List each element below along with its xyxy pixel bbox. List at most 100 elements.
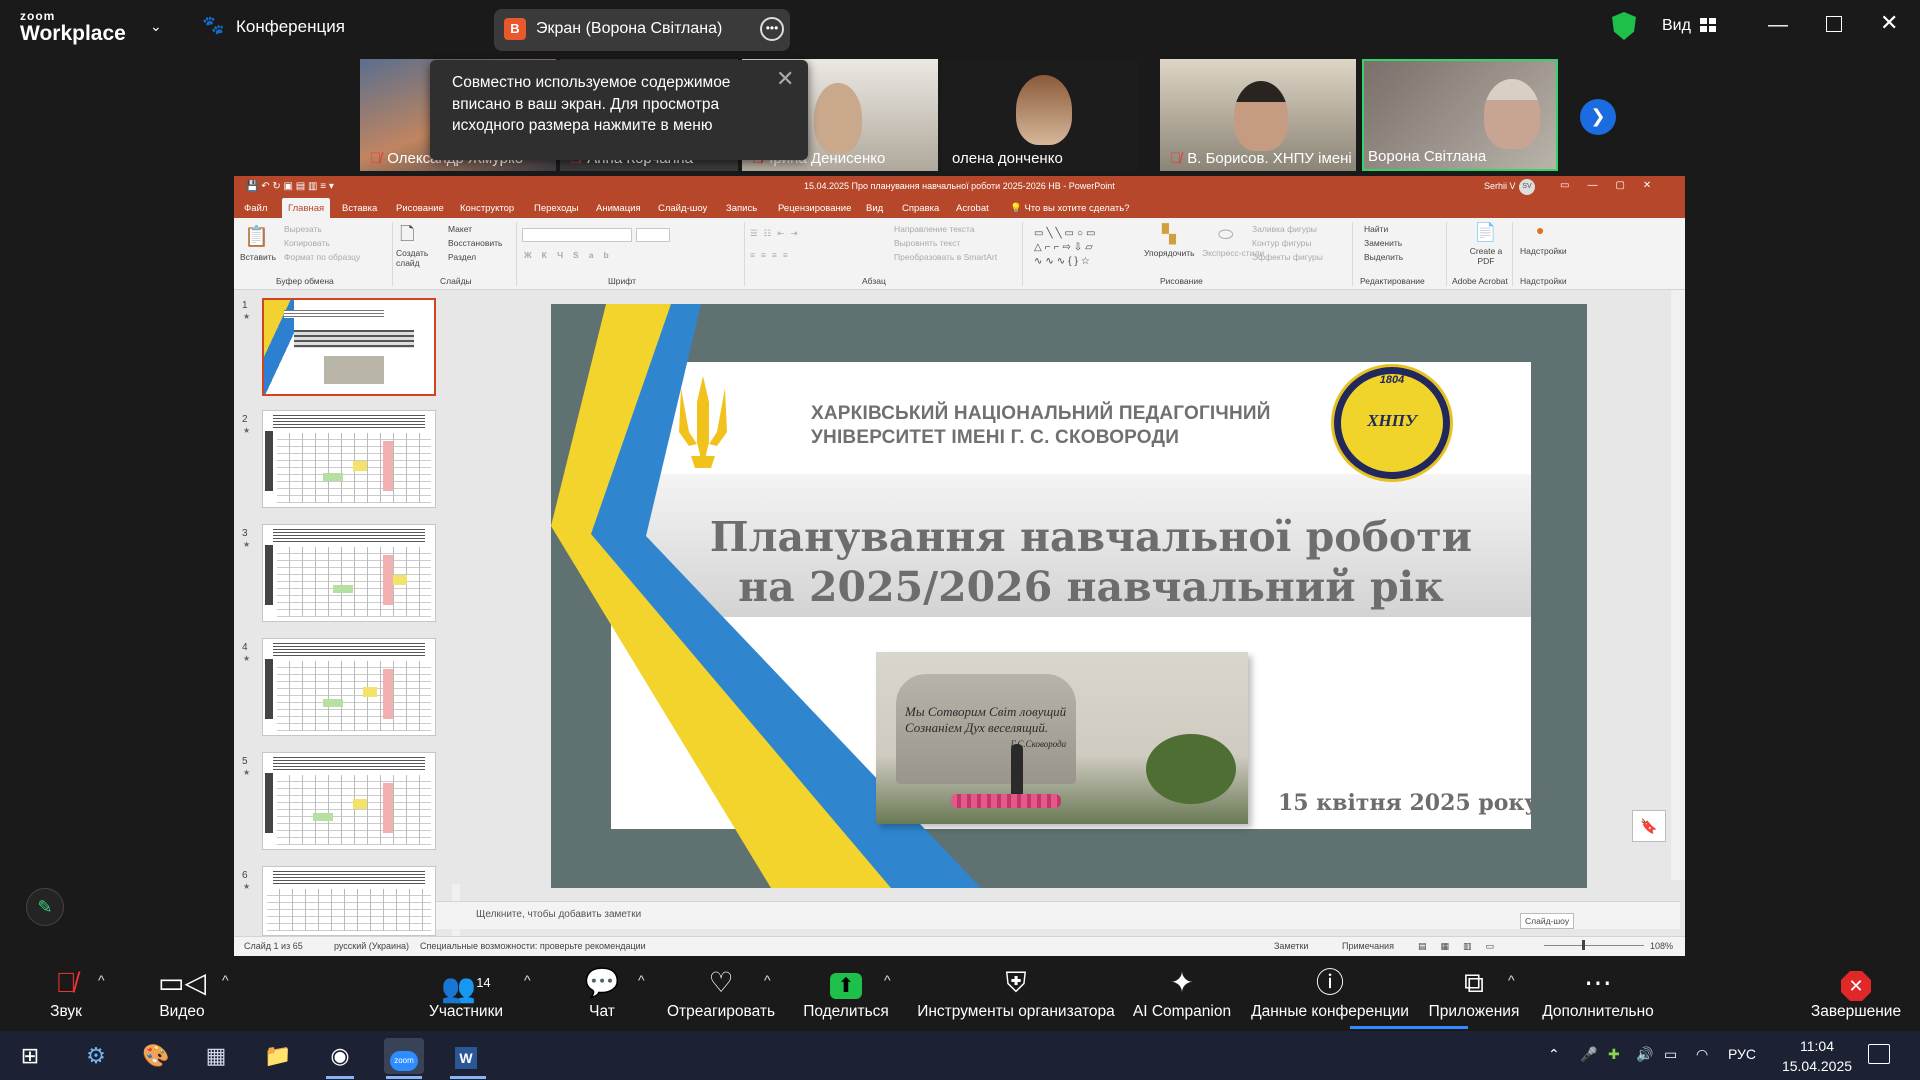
thumb-star: ★ [243,882,251,891]
windows-start-icon[interactable]: ⊞ [10,1038,50,1074]
zoom-app-icon[interactable]: zoom [384,1038,424,1074]
slide-thumbnail [262,298,436,396]
comments-toggle: Примечания [1342,941,1394,951]
ppt-tab: Переходы [534,203,579,214]
ppt-user-name: Serhii V [1484,181,1516,191]
create-pdf-label: Create a PDF [1469,246,1503,266]
thumb-table [277,547,431,617]
more-options-icon[interactable]: ••• [760,17,784,41]
slide-scrollbar [1671,290,1685,880]
thumb-header [273,415,425,429]
trident-emblem-icon [679,376,727,468]
slideshow-tooltip: Слайд-шоу [1520,913,1575,929]
grid-view-icon[interactable] [1700,18,1716,32]
chevron-up-icon[interactable]: ^ [222,972,229,988]
section-label: Раздел [448,252,477,262]
participants-button[interactable]: 👥14 Участники [420,966,512,1022]
ribbon-separator [516,222,517,286]
chat-label: Чат [589,1003,615,1020]
input-language[interactable]: РУС [1728,1046,1756,1062]
share-button[interactable]: ⬆ Поделиться [802,966,890,1022]
ai-companion-button[interactable]: ✦ AI Companion [1132,966,1232,1022]
volume-tray-icon[interactable]: 🔊 [1636,1046,1653,1063]
thumb-header [273,871,425,885]
notifications-icon[interactable] [1868,1044,1890,1064]
participant-tile[interactable]: 🎙̸ В. Борисов. ХНПУ імені [1160,59,1356,171]
battery-tray-icon[interactable]: ▭ [1664,1046,1677,1063]
meeting-info-button[interactable]: ⓘ Данные конференции [1250,966,1410,1022]
thumb-table [267,889,431,931]
thumb-star: ★ [243,312,251,321]
thumb-number: 6 [242,870,248,881]
ribbon-separator [1022,222,1023,286]
chevron-up-icon[interactable]: ^ [764,972,771,988]
muted-mic-icon: 🎙̸ [55,967,77,998]
tooltip-close-icon[interactable]: ✕ [776,66,794,92]
clock-date: 15.04.2025 [1781,1058,1853,1074]
paw-icon: 🐾 [202,15,225,35]
close-icon[interactable]: ✕ [1880,10,1898,36]
font-group-label: Шрифт [608,276,636,286]
vpn-tray-icon[interactable]: ✚ [1608,1046,1620,1063]
thumb-star: ★ [243,426,251,435]
chevron-up-icon[interactable]: ^ [524,972,531,988]
sparkle-icon: ✦ [1170,967,1194,998]
wifi-tray-icon[interactable]: ◠ [1696,1046,1708,1063]
ppt-tab: Acrobat [956,203,989,214]
gallery-next-icon[interactable]: ❯ [1580,99,1616,135]
thumb-number: 5 [242,756,248,767]
photo-inscription: Мы Сотворим Світ ловущий Сознаніем Дух в… [905,704,1066,752]
file-explorer-icon[interactable]: 📁 [258,1038,298,1074]
seal-year: 1804 [1379,374,1405,386]
settings-app-icon[interactable]: ⚙ [76,1038,116,1074]
thumb-side-label [265,431,273,491]
thumb-cell [353,799,367,809]
format-painter-label: Формат по образцу [284,252,361,262]
thumb-star: ★ [243,540,251,549]
word-app-icon[interactable]: W [446,1038,486,1074]
ppt-tab: Вид [866,203,884,214]
view-button[interactable]: Вид [1662,17,1691,35]
microphone-tray-icon[interactable]: 🎤 [1580,1046,1597,1063]
notes-placeholder: Щелкните, чтобы добавить заметки [476,909,642,920]
chevron-up-icon[interactable]: ^ [1508,972,1515,988]
host-tools-button[interactable]: ⛨ Инструменты организатора [916,966,1116,1022]
end-meeting-button[interactable]: ✕ Завершение [1808,966,1904,1022]
notes-toggle: Заметки [1274,941,1309,951]
calculator-app-icon[interactable]: ▦ [196,1038,236,1074]
chevron-up-icon[interactable]: ^ [638,972,645,988]
participant-name: 🎙̸ В. Борисов. ХНПУ імені [1170,150,1352,167]
zoom-workplace-logo[interactable]: zoom Workplace [20,10,140,46]
clock-time: 11:04 [1800,1038,1834,1054]
meeting-label[interactable]: Конференция [236,17,345,37]
tell-me-box: 💡 Что вы хотите сделать? [1010,203,1130,214]
ppt-tab: Рисование [396,203,444,214]
slide-thumbnail [262,752,436,850]
audio-button[interactable]: 🎙̸ Звук [34,966,98,1022]
new-slide-label: Создать слайд [396,248,429,268]
paste-label: Вставить [240,252,277,262]
apps-label: Приложения [1428,1003,1520,1020]
maximize-icon[interactable] [1826,16,1842,32]
system-clock[interactable]: 11:04 15.04.2025 [1772,1036,1862,1076]
react-button[interactable]: ♡ Отреагировать [666,966,776,1022]
tray-chevron-icon[interactable]: ⌃ [1548,1046,1560,1063]
minimize-icon[interactable]: — [1768,14,1788,37]
chevron-up-icon[interactable]: ^ [98,972,105,988]
video-button[interactable]: ▭◁ Видео [146,966,218,1022]
chevron-down-icon[interactable]: ⌄ [150,18,162,35]
paint-app-icon[interactable]: 🎨 [136,1038,176,1074]
chat-button[interactable]: 💬 Чат [580,966,624,1022]
reset-label: Восстановить [448,238,503,248]
pdf-icon: 📄 [1474,222,1497,242]
participant-tile[interactable]: олена донченко [942,59,1138,171]
annotate-pen-icon[interactable]: ✎ [26,888,64,926]
slide-title-line1: Планування навчальної роботи [709,513,1473,561]
thumb-number: 2 [242,414,248,425]
photo-inscription-line: Мы Сотворим Світ ловущий [905,704,1067,719]
more-button[interactable]: ⋯ Дополнительно [1538,966,1658,1022]
participant-tile-active-speaker[interactable]: Ворона Світлана [1362,59,1558,171]
chevron-up-icon[interactable]: ^ [884,972,891,988]
chrome-icon[interactable]: ◉ [320,1038,360,1074]
host-tools-label: Инструменты организатора [917,1003,1115,1020]
